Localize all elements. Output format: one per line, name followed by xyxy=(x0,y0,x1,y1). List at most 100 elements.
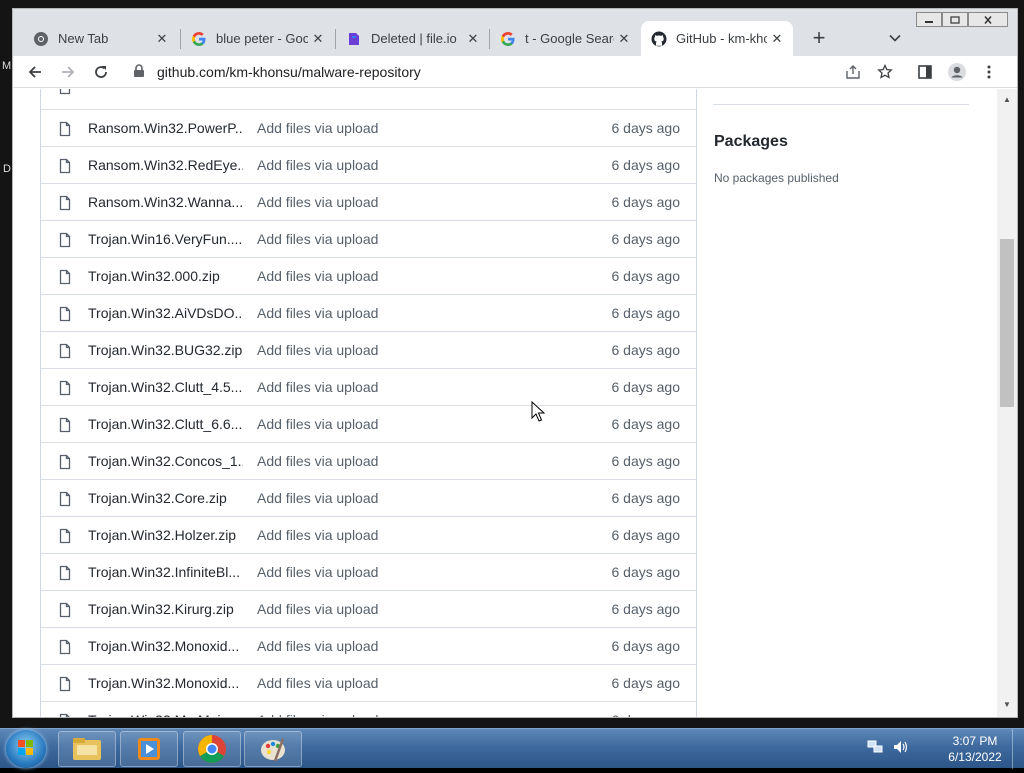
commit-message-link[interactable]: Add files via upload xyxy=(257,305,378,321)
start-button[interactable] xyxy=(6,730,46,768)
commit-message-link[interactable]: Add files via upload xyxy=(257,453,378,469)
commit-message-link[interactable]: Add files via upload xyxy=(257,675,378,691)
file-icon xyxy=(59,306,71,322)
taskbar-explorer[interactable] xyxy=(58,731,116,767)
google-icon xyxy=(191,31,207,47)
file-name-link[interactable]: Trojan.Win32.000.zip xyxy=(88,268,243,284)
file-name-link[interactable]: Trojan.Win16.VeryFun.... xyxy=(88,231,243,247)
close-icon[interactable]: ✕ xyxy=(463,29,483,49)
file-row[interactable]: Trojan.Win32.Holzer.zip Add files via upl… xyxy=(41,516,696,553)
taskbar-paint[interactable] xyxy=(244,731,302,767)
commit-message-link[interactable]: Add files via upload xyxy=(257,712,378,717)
commit-message-link[interactable]: Add files via upload xyxy=(257,268,378,284)
file-row[interactable]: Trojan.Win32.MrsMajo... Add files via upl… xyxy=(41,701,696,717)
file-name-link[interactable]: Trojan.Win32.Kirurg.zip xyxy=(88,601,243,617)
new-tab-button[interactable]: + xyxy=(805,24,833,52)
file-name-link[interactable]: Trojan.Win32.Clutt_4.5.... xyxy=(88,379,243,395)
commit-message-link[interactable]: Add files via upload xyxy=(257,490,378,506)
scroll-up-icon[interactable]: ▲ xyxy=(1002,96,1012,104)
file-row-partial[interactable] xyxy=(41,89,696,104)
file-row[interactable]: Trojan.Win32.Concos_1... Add files via up… xyxy=(41,442,696,479)
file-name-link[interactable]: Ransom.Win32.Wanna... xyxy=(88,194,243,210)
commit-message-link[interactable]: Add files via upload xyxy=(257,638,378,654)
packages-heading[interactable]: Packages xyxy=(714,133,788,151)
minimize-icon xyxy=(925,20,933,23)
commit-message-link[interactable]: Add files via upload xyxy=(257,194,378,210)
taskbar-chrome[interactable] xyxy=(183,731,241,767)
file-name-link[interactable]: Trojan.Win32.Clutt_6.6.... xyxy=(88,416,243,432)
file-name-link[interactable]: Trojan.Win32.Holzer.zip xyxy=(88,527,243,543)
chrome-icon xyxy=(198,735,226,763)
commit-message-link[interactable]: Add files via upload xyxy=(257,231,378,247)
close-icon[interactable]: ✕ xyxy=(152,29,172,49)
close-icon[interactable]: ✕ xyxy=(767,29,787,49)
file-name-link[interactable]: Trojan.Win32.Core.zip xyxy=(88,490,243,506)
file-name-link[interactable]: Trojan.Win32.Monoxid... xyxy=(88,675,243,691)
file-row[interactable]: Ransom.Win32.Wanna... Add files via uploa… xyxy=(41,183,696,220)
page-scrollbar[interactable]: ▲ ▼ xyxy=(997,89,1017,717)
restore-button[interactable] xyxy=(942,12,968,27)
volume-icon[interactable] xyxy=(892,739,910,760)
commit-age: 6 days ago xyxy=(611,601,681,617)
commit-message-link[interactable]: Add files via upload xyxy=(257,379,378,395)
reload-button[interactable] xyxy=(87,58,115,86)
url-text: github.com/km-khonsu/malware-repository xyxy=(157,64,421,80)
file-row[interactable]: Trojan.Win32.000.zip Add files via upload… xyxy=(41,257,696,294)
file-row[interactable]: Ransom.Win32.RedEye... Add files via uplo… xyxy=(41,146,696,183)
file-row[interactable]: Trojan.Win32.AiVDsDO... Add files via upl… xyxy=(41,294,696,331)
minimize-button[interactable] xyxy=(916,12,942,27)
taskbar-media-player[interactable] xyxy=(120,731,178,767)
tab-google-search[interactable]: t - Google Searc ✕ xyxy=(490,21,640,56)
network-icon[interactable] xyxy=(866,739,884,760)
commit-age: 6 days ago xyxy=(611,120,681,136)
commit-message-link[interactable]: Add files via upload xyxy=(257,120,378,136)
menu-button[interactable] xyxy=(975,58,1003,86)
file-row[interactable]: Trojan.Win32.Kirurg.zip Add files via upl… xyxy=(41,590,696,627)
tab-new-tab[interactable]: New Tab ✕ xyxy=(23,21,178,56)
file-row[interactable]: Trojan.Win16.VeryFun.... Add files via up… xyxy=(41,220,696,257)
commit-message-link[interactable]: Add files via upload xyxy=(257,564,378,580)
close-window-button[interactable] xyxy=(968,12,1008,27)
commit-message-link[interactable]: Add files via upload xyxy=(257,157,378,173)
side-panel-button[interactable] xyxy=(911,58,939,86)
taskbar-clock[interactable]: 3:07 PM 6/13/2022 xyxy=(940,733,1010,765)
commit-age: 6 days ago xyxy=(611,527,681,543)
forward-button[interactable] xyxy=(54,58,82,86)
file-name-link[interactable]: Ransom.Win32.RedEye... xyxy=(88,157,243,173)
show-desktop-button[interactable] xyxy=(1012,729,1024,769)
file-row[interactable]: Trojan.Win32.Monoxid... Add files via upl… xyxy=(41,664,696,701)
close-icon[interactable]: ✕ xyxy=(308,29,328,49)
profile-button[interactable] xyxy=(943,58,971,86)
commit-age: 6 days ago xyxy=(611,379,681,395)
file-name-link[interactable]: Trojan.Win32.MrsMajo... xyxy=(88,712,243,717)
bookmark-button[interactable] xyxy=(871,58,899,86)
file-row[interactable]: Trojan.Win32.BUG32.zip Add files via uplo… xyxy=(41,331,696,368)
address-bar[interactable]: github.com/km-khonsu/malware-repository xyxy=(123,56,893,88)
commit-message-link[interactable]: Add files via upload xyxy=(257,527,378,543)
file-row[interactable]: Trojan.Win32.InfiniteBl... Add files via … xyxy=(41,553,696,590)
commit-age: 6 days ago xyxy=(611,231,681,247)
close-icon[interactable]: ✕ xyxy=(614,29,634,49)
file-name-link[interactable]: Trojan.Win32.AiVDsDO... xyxy=(88,305,243,321)
file-row[interactable]: Trojan.Win32.Clutt_4.5.... Add files via … xyxy=(41,368,696,405)
file-row[interactable]: Trojan.Win32.Core.zip Add files via uploa… xyxy=(41,479,696,516)
back-button[interactable] xyxy=(21,58,49,86)
tab-search-button[interactable] xyxy=(881,24,909,52)
tab-github[interactable]: GitHub - km-khc ✕ xyxy=(641,21,793,56)
file-name-link[interactable]: Trojan.Win32.BUG32.zip xyxy=(88,342,243,358)
commit-message-link[interactable]: Add files via upload xyxy=(257,601,378,617)
commit-message-link[interactable]: Add files via upload xyxy=(257,416,378,432)
file-name-link[interactable]: Trojan.Win32.Monoxid... xyxy=(88,638,243,654)
file-row[interactable]: Trojan.Win32.Clutt_6.6.... Add files via … xyxy=(41,405,696,442)
tab-blue-peter[interactable]: blue peter - Goo ✕ xyxy=(181,21,334,56)
scroll-down-icon[interactable]: ▼ xyxy=(1002,701,1012,709)
scroll-thumb[interactable] xyxy=(1000,239,1014,407)
commit-message-link[interactable]: Add files via upload xyxy=(257,342,378,358)
tab-file-io[interactable]: Deleted | file.io ✕ xyxy=(336,21,489,56)
file-name-link[interactable]: Trojan.Win32.InfiniteBl... xyxy=(88,564,243,580)
file-name-link[interactable]: Trojan.Win32.Concos_1... xyxy=(88,453,243,469)
file-name-link[interactable]: Ransom.Win32.PowerP... xyxy=(88,120,243,136)
file-row[interactable]: Ransom.Win32.PowerP... Add files via uplo… xyxy=(41,109,696,146)
share-button[interactable] xyxy=(839,58,867,86)
file-row[interactable]: Trojan.Win32.Monoxid... Add files via upl… xyxy=(41,627,696,664)
